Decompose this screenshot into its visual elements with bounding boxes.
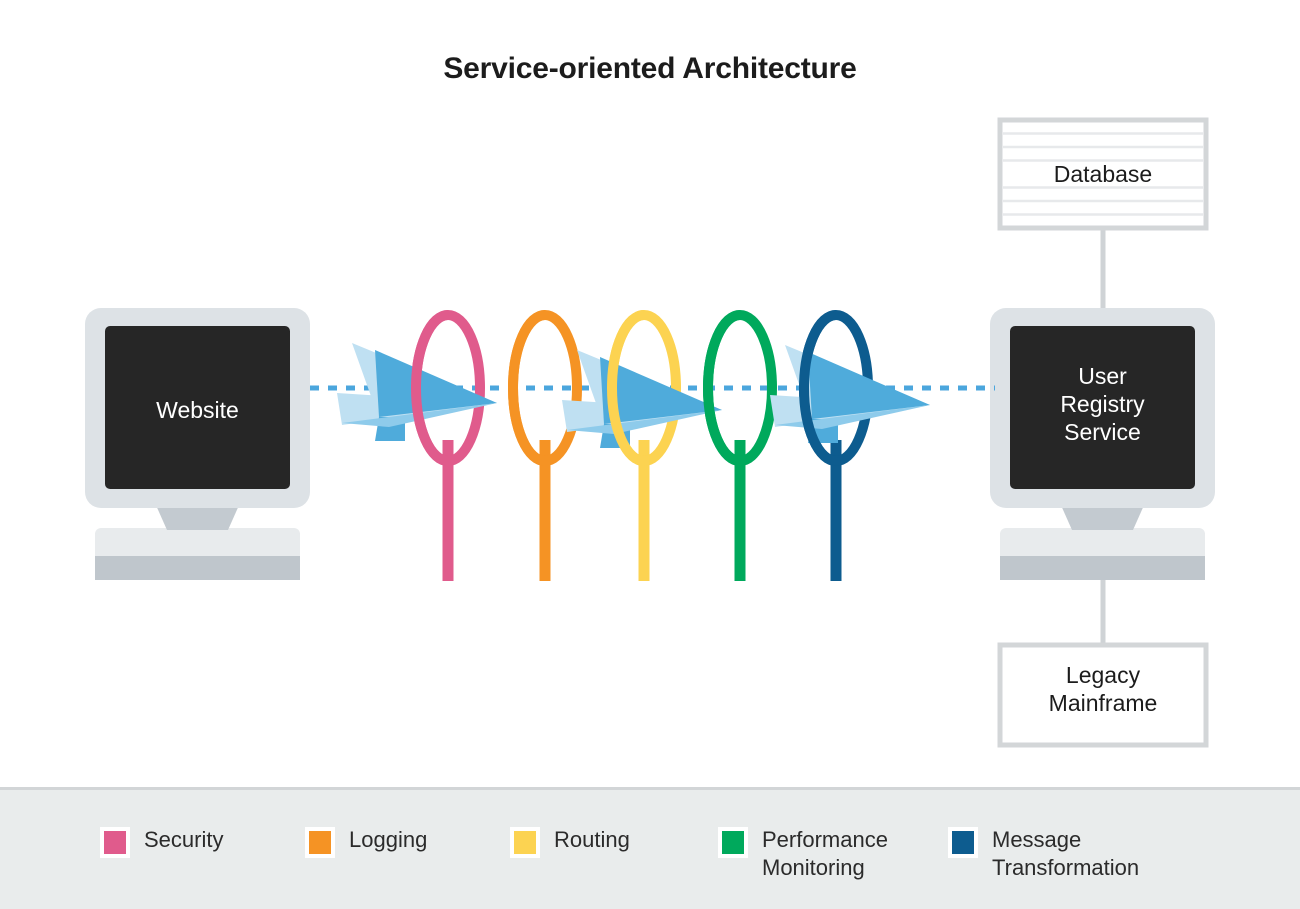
user-registry-monitor-base-band — [1000, 556, 1205, 570]
legend-swatch-message-transformation-icon — [948, 827, 978, 858]
legend-item-message-transformation[interactable]: Message Transformation — [948, 826, 1139, 882]
legacy-mainframe-box — [1000, 645, 1206, 745]
legend: Security Logging Routing Performance Mon… — [0, 787, 1300, 909]
diagram-root: Service-oriented Architecture — [0, 0, 1300, 909]
paper-plane-2 — [562, 350, 722, 448]
website-monitor[interactable] — [85, 308, 310, 580]
legend-item-security[interactable]: Security — [100, 826, 223, 858]
legend-label-security: Security — [144, 826, 223, 854]
legend-swatch-logging-icon — [305, 827, 335, 858]
database-box — [1000, 120, 1206, 228]
legend-label-logging: Logging — [349, 826, 427, 854]
legend-label-performance-monitoring: Performance Monitoring — [762, 826, 888, 882]
user-registry-monitor-screen — [1010, 326, 1195, 489]
legend-label-message-transformation: Message Transformation — [992, 826, 1139, 882]
legend-item-logging[interactable]: Logging — [305, 826, 427, 858]
diagram-canvas — [0, 0, 1300, 909]
database-node[interactable] — [1000, 120, 1206, 228]
paper-plane-3 — [770, 345, 930, 443]
website-monitor-base-band — [95, 556, 300, 570]
legend-swatch-performance-monitoring-icon — [718, 827, 748, 858]
legend-label-routing: Routing — [554, 826, 630, 854]
website-monitor-screen — [105, 326, 290, 489]
legacy-mainframe-node[interactable] — [1000, 645, 1206, 745]
legend-item-performance-monitoring[interactable]: Performance Monitoring — [718, 826, 888, 882]
legend-swatch-security-icon — [100, 827, 130, 858]
legend-swatch-routing-icon — [510, 827, 540, 858]
legend-item-routing[interactable]: Routing — [510, 826, 630, 858]
user-registry-monitor[interactable] — [990, 308, 1215, 580]
